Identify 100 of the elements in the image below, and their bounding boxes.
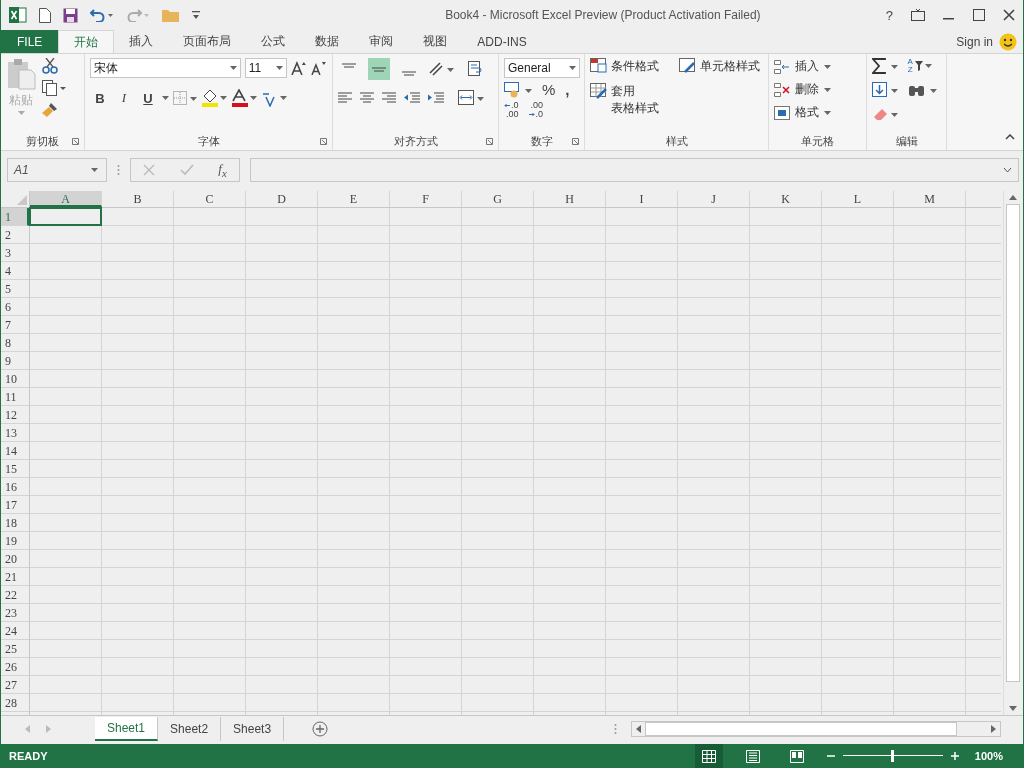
vertical-scrollbar[interactable] <box>1003 191 1021 715</box>
number-format-dropdown[interactable]: General <box>504 58 580 78</box>
ribbon-tab[interactable]: ADD-INS <box>462 30 542 53</box>
ribbon-display-options-icon[interactable] <box>911 9 925 21</box>
font-size-dropdown[interactable]: 11 <box>244 58 288 78</box>
font-color-icon[interactable] <box>231 89 257 107</box>
insert-function-button[interactable]: f$_{x}$ <box>218 161 227 179</box>
maximize-icon[interactable] <box>973 9 985 21</box>
ribbon-tab[interactable]: 插入 <box>114 30 169 53</box>
column-header[interactable]: H <box>534 191 606 207</box>
conditional-formatting-button[interactable]: 条件格式 <box>590 58 663 75</box>
column-header[interactable]: D <box>246 191 318 207</box>
format-cells-button[interactable]: 格式 <box>774 104 861 121</box>
merge-center-icon[interactable] <box>458 90 484 106</box>
column-header[interactable]: B <box>102 191 174 207</box>
bold-button[interactable]: B <box>90 88 110 108</box>
fill-color-icon[interactable] <box>201 89 227 107</box>
scroll-right-icon[interactable] <box>991 725 996 733</box>
increase-decimal-button[interactable]: .0 .00 <box>504 101 519 119</box>
row-header[interactable]: 22 <box>1 586 29 604</box>
format-as-table-button[interactable]: 套用 表格样式 <box>590 83 663 117</box>
borders-icon[interactable] <box>173 91 197 105</box>
row-header[interactable]: 7 <box>1 316 29 334</box>
comma-style-button[interactable]: , <box>565 81 570 98</box>
dialog-launcher-icon[interactable] <box>486 137 493 145</box>
row-header[interactable]: 5 <box>1 280 29 298</box>
scroll-left-icon[interactable] <box>636 725 641 733</box>
row-header[interactable]: 9 <box>1 352 29 370</box>
underline-button[interactable]: U <box>138 88 158 108</box>
dialog-launcher-icon[interactable] <box>320 137 327 145</box>
fill-down-icon[interactable] <box>872 82 900 98</box>
sort-filter-button[interactable]: A Z <box>907 58 941 74</box>
row-header[interactable]: 8 <box>1 334 29 352</box>
help-button[interactable]: ? <box>885 7 893 23</box>
increase-font-size-icon[interactable] <box>291 61 308 75</box>
expand-icon[interactable] <box>1003 167 1012 173</box>
row-header[interactable]: 18 <box>1 514 29 532</box>
wrap-text-icon[interactable] <box>468 61 484 77</box>
row-header[interactable]: 21 <box>1 568 29 586</box>
cell-styles-button[interactable]: 单元格样式 <box>678 58 763 75</box>
ribbon-tab[interactable]: 审阅 <box>354 30 409 53</box>
dialog-launcher-icon[interactable] <box>572 137 579 145</box>
collapse-ribbon-icon[interactable] <box>1005 134 1015 140</box>
row-header[interactable]: 13 <box>1 424 29 442</box>
column-header[interactable]: E <box>318 191 390 207</box>
row-header[interactable]: 23 <box>1 604 29 622</box>
name-box[interactable]: A1 <box>7 158 107 182</box>
column-header[interactable]: L <box>822 191 894 207</box>
row-header[interactable]: 10 <box>1 370 29 388</box>
dialog-launcher-icon[interactable] <box>72 137 79 145</box>
zoom-out-icon[interactable] <box>826 752 835 760</box>
row-header[interactable]: 27 <box>1 676 29 694</box>
format-painter-icon[interactable] <box>42 102 58 118</box>
scroll-down-icon[interactable] <box>1008 706 1017 711</box>
row-header[interactable]: 11 <box>1 388 29 406</box>
row-header[interactable]: 20 <box>1 550 29 568</box>
row-header[interactable]: 17 <box>1 496 29 514</box>
sheet-tab[interactable]: Sheet2 <box>158 717 222 741</box>
ribbon-tab[interactable]: 数据 <box>300 30 355 53</box>
decrease-font-size-icon[interactable] <box>311 61 327 75</box>
undo-icon[interactable] <box>90 8 114 22</box>
orientation-icon[interactable] <box>428 61 454 77</box>
delete-cells-button[interactable]: 删除 <box>774 81 861 98</box>
font-name-dropdown[interactable]: 宋体 <box>90 58 241 78</box>
ribbon-tab[interactable]: 开始 <box>58 30 115 53</box>
row-header[interactable]: 2 <box>1 226 29 244</box>
horizontal-scrollbar[interactable] <box>631 721 1001 737</box>
ribbon-tab[interactable]: 视图 <box>408 30 463 53</box>
percent-style-button[interactable]: % <box>542 81 556 98</box>
sheet-tab[interactable]: Sheet1 <box>95 717 159 741</box>
scroll-up-icon[interactable] <box>1008 195 1017 200</box>
column-header[interactable]: G <box>462 191 534 207</box>
row-header[interactable]: 16 <box>1 478 29 496</box>
zoom-slider-thumb[interactable] <box>891 750 895 762</box>
currency-format-icon[interactable] <box>504 81 532 98</box>
column-header[interactable]: C <box>174 191 246 207</box>
row-header[interactable]: 14 <box>1 442 29 460</box>
cell-grid[interactable] <box>30 208 1001 715</box>
sum-icon[interactable] <box>872 58 900 74</box>
row-header[interactable]: 25 <box>1 640 29 658</box>
new-document-icon[interactable] <box>39 7 51 23</box>
file-tab[interactable]: FILE <box>1 30 59 53</box>
zoom-in-icon[interactable] <box>950 752 959 760</box>
column-header[interactable]: M <box>894 191 966 207</box>
italic-button[interactable]: I <box>114 88 134 108</box>
row-header[interactable]: 19 <box>1 532 29 550</box>
customize-toolbar-icon[interactable] <box>192 10 200 20</box>
close-icon[interactable] <box>1003 9 1015 21</box>
row-header[interactable]: 12 <box>1 406 29 424</box>
cut-icon[interactable] <box>42 58 58 74</box>
row-header[interactable]: 3 <box>1 244 29 262</box>
column-header[interactable]: I <box>606 191 678 207</box>
row-header[interactable]: 24 <box>1 622 29 640</box>
row-header[interactable]: 1 <box>1 208 29 226</box>
decrease-decimal-button[interactable]: .00 .0 <box>528 101 544 119</box>
smiley-icon[interactable] <box>999 32 1017 51</box>
ribbon-tab[interactable]: 页面布局 <box>168 30 247 53</box>
column-header[interactable]: K <box>750 191 822 207</box>
increase-indent-icon[interactable] <box>428 92 444 104</box>
insert-cells-button[interactable]: 插入 <box>774 58 861 75</box>
